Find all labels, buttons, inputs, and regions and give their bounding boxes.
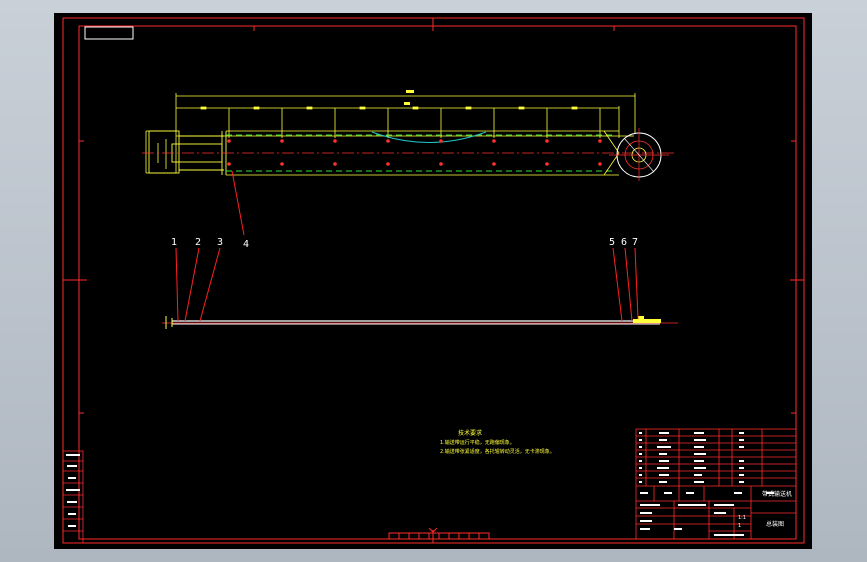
inner-frame	[78, 25, 797, 540]
side-leaders-left	[175, 247, 221, 322]
tail-end-side	[165, 316, 173, 329]
title-block[interactable]: 带式输送机 总装图 1:1 1	[635, 428, 797, 540]
notes-line-2: 2.输送带张紧适度，各托辊转动灵活，无卡滞现象。	[440, 448, 555, 455]
title-sheet: 1	[738, 523, 741, 529]
part-label-2: 2	[195, 237, 201, 248]
notes-line-1: 1.输送带运行平稳，无跑偏现象。	[440, 439, 515, 446]
idler-markers	[227, 139, 602, 166]
part-label-1: 1	[171, 237, 177, 248]
parts-list-entries	[639, 432, 774, 536]
side-view[interactable]: 1 2 3 5 6 7	[162, 237, 678, 329]
idler-spacing-dimensions	[200, 106, 601, 138]
title-drawing-name: 带式输送机	[762, 490, 792, 498]
frame-zone-ticks	[79, 26, 796, 414]
revision-block	[62, 450, 84, 544]
side-leaders-right	[612, 247, 639, 322]
bottom-scale-bar	[388, 527, 490, 540]
cad-drawing-sheet[interactable]: 4 1 2 3 5 6 7 技术要求 1.输送带运行平稳，无跑偏现象。 2.输送…	[54, 13, 812, 549]
overall-dimensions	[145, 90, 636, 174]
part-label-7: 7	[632, 237, 638, 248]
title-scale: 1:1	[738, 515, 746, 521]
part-label-4: 4	[243, 239, 249, 250]
part-label-6: 6	[621, 237, 627, 248]
title-drawing-no: 总装图	[766, 520, 784, 528]
technical-notes[interactable]: 技术要求 1.输送带运行平稳，无跑偏现象。 2.输送带张紧适度，各托辊转动灵活，…	[440, 429, 555, 455]
part-label-5: 5	[609, 237, 615, 248]
leader-4	[231, 170, 245, 236]
head-end-side	[633, 316, 661, 323]
plan-view[interactable]: 4	[142, 90, 674, 250]
notes-title: 技术要求	[458, 429, 482, 437]
drawing-code-box	[84, 26, 134, 40]
part-label-3: 3	[217, 237, 223, 248]
